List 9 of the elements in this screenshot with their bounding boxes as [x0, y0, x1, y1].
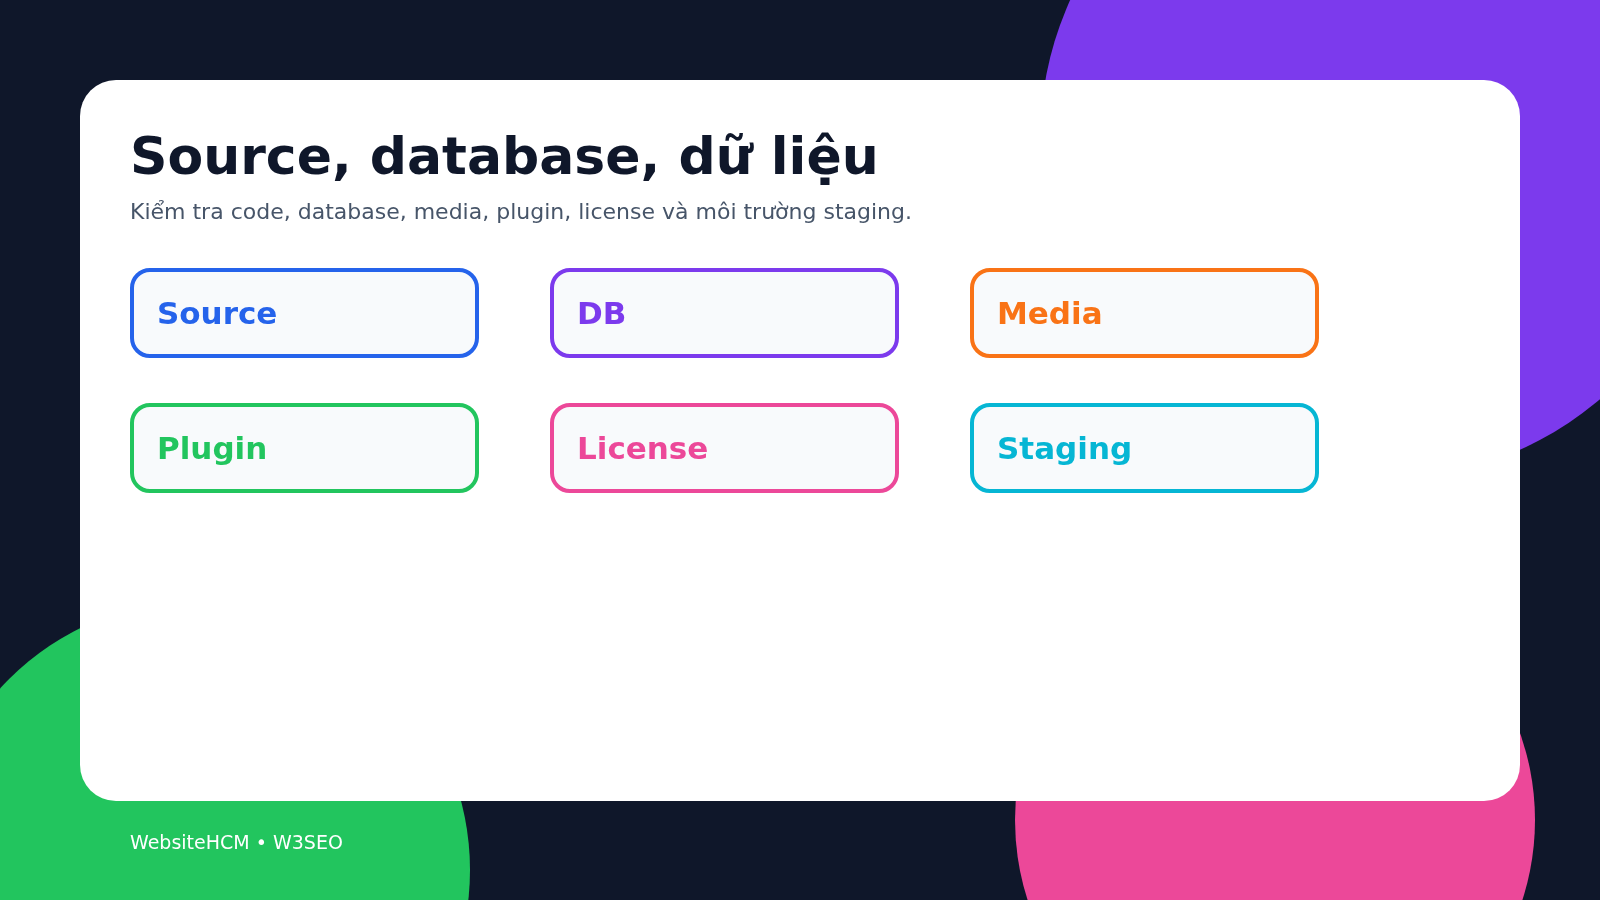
tag-label: Staging	[997, 430, 1133, 466]
tag-label: DB	[577, 295, 627, 331]
subtitle: Kiểm tra code, database, media, plugin, license và môi trường staging.	[130, 199, 912, 224]
tag-label: Plugin	[157, 430, 268, 466]
tag-label: Source	[157, 295, 278, 331]
tag-label: License	[577, 430, 709, 466]
slide-title: Source, database, dữ liệu	[130, 125, 879, 188]
footer-text: WebsiteHCM • W3SEO	[130, 831, 343, 853]
tag-label: Media	[997, 295, 1103, 331]
